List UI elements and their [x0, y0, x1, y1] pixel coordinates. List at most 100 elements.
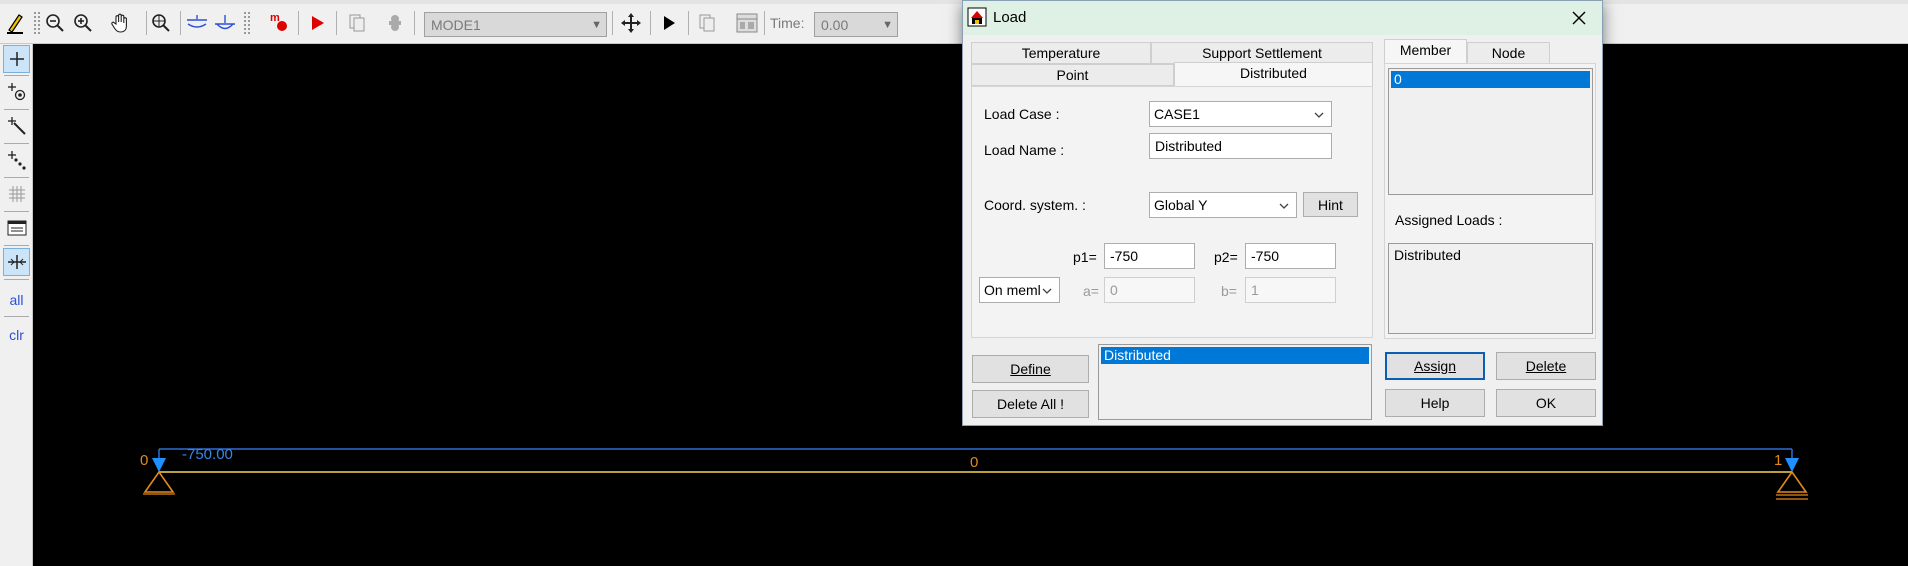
chevron-down-icon	[1313, 108, 1325, 124]
tab-temperature[interactable]: Temperature	[971, 42, 1151, 64]
a-input: 0	[1104, 277, 1195, 303]
hint-button[interactable]: Hint	[1303, 192, 1358, 217]
delete-button[interactable]: Delete	[1496, 352, 1596, 380]
add-mass-icon[interactable]: m	[266, 10, 292, 36]
p1-input[interactable]: -750	[1104, 243, 1195, 269]
moment-view-icon[interactable]	[212, 10, 238, 36]
define-button[interactable]: Define	[972, 355, 1089, 383]
coord-system-label: Coord. system. :	[984, 197, 1086, 213]
load-name-label: Load Name :	[984, 142, 1065, 158]
add-member-tool-icon[interactable]	[3, 112, 30, 140]
ok-button[interactable]: OK	[1496, 389, 1596, 417]
list-item[interactable]: 0	[1391, 71, 1590, 88]
b-value: 1	[1251, 282, 1259, 298]
chevron-down-icon	[1278, 199, 1290, 215]
edit-pen-icon[interactable]	[2, 10, 28, 36]
toolbar-separator	[336, 11, 337, 35]
member-label: 0	[970, 454, 979, 471]
close-icon[interactable]	[1566, 6, 1592, 30]
tab-support-settlement[interactable]: Support Settlement	[1151, 42, 1373, 64]
load-position-value: On meml	[984, 282, 1041, 298]
assign-button[interactable]: Assign	[1385, 352, 1485, 380]
properties-table-icon[interactable]	[3, 214, 30, 242]
dialog-title-bar[interactable]: Load	[963, 1, 1602, 35]
b-input: 1	[1245, 277, 1336, 303]
left-toolbar-separator	[4, 177, 29, 178]
chevron-down-icon	[1041, 284, 1053, 300]
add-support-tool-icon[interactable]	[3, 78, 30, 106]
assigned-loads-list[interactable]: Distributed	[1388, 243, 1593, 334]
left-toolbar-separator	[4, 109, 29, 110]
load-dialog: Load Temperature Support Settlement Poin…	[962, 0, 1603, 426]
toolbar-grip	[244, 12, 250, 34]
toolbar-separator	[298, 11, 299, 35]
select-all-button[interactable]: all	[0, 292, 33, 308]
copy-results-icon[interactable]	[344, 10, 370, 36]
add-load-tool-icon[interactable]	[3, 146, 30, 174]
define-button-label: Define	[1010, 361, 1051, 377]
results-table-icon[interactable]	[734, 10, 760, 36]
b-label: b=	[1221, 283, 1237, 299]
grid-tool-icon[interactable]	[3, 180, 30, 208]
list-item[interactable]: Distributed	[1101, 347, 1369, 364]
p2-input[interactable]: -750	[1245, 243, 1336, 269]
toolbar-separator	[764, 11, 765, 35]
tab-distributed[interactable]: Distributed	[1174, 62, 1373, 87]
time-label: Time:	[770, 15, 805, 31]
delete-all-button[interactable]: Delete All !	[972, 390, 1089, 418]
app-icon	[967, 7, 987, 30]
left-toolbar-separator	[4, 143, 29, 144]
load-name-input[interactable]: Distributed	[1149, 133, 1332, 159]
tab-node[interactable]: Node	[1467, 42, 1550, 64]
assigned-loads-label: Assigned Loads :	[1395, 212, 1503, 228]
load-case-label: Load Case :	[984, 106, 1060, 122]
copy-frames-icon[interactable]	[694, 10, 720, 36]
zoom-window-icon[interactable]	[148, 10, 174, 36]
mode-select[interactable]: MODE1 ▼	[424, 12, 607, 37]
delete-button-label: Delete	[1525, 358, 1567, 374]
toolbar-grip	[34, 12, 40, 34]
coord-system-value: Global Y	[1154, 197, 1208, 213]
left-toolbar: all clr	[0, 44, 33, 566]
deflection-view-icon[interactable]	[184, 10, 210, 36]
toolbar-separator	[180, 11, 181, 35]
animate-mode-icon[interactable]	[618, 10, 644, 36]
add-node-tool-icon[interactable]	[3, 45, 30, 73]
dialog-title: Load	[993, 9, 1027, 26]
load-case-value: CASE1	[1154, 106, 1200, 122]
load-list[interactable]: Distributed	[1098, 344, 1372, 420]
play-icon[interactable]	[656, 10, 682, 36]
time-select[interactable]: 0.00 ▼	[814, 12, 898, 37]
node-label-left: 0	[140, 452, 149, 469]
list-item[interactable]: Distributed	[1391, 247, 1590, 264]
help-button[interactable]: Help	[1385, 389, 1485, 417]
chevron-down-icon: ▼	[591, 18, 602, 31]
mode-shape-icon[interactable]	[382, 10, 408, 36]
toolbar-separator	[650, 11, 651, 35]
load-position-select[interactable]: On meml	[979, 277, 1060, 303]
left-toolbar-separator	[4, 211, 29, 212]
member-list[interactable]: 0	[1388, 68, 1593, 195]
pan-hand-icon[interactable]	[108, 10, 134, 36]
zoom-in-icon[interactable]	[70, 10, 96, 36]
delete-all-button-label: Delete All !	[997, 396, 1064, 412]
pin-support-left[interactable]	[143, 470, 175, 495]
load-arrow-left	[152, 458, 166, 472]
tab-member[interactable]: Member	[1384, 39, 1467, 64]
clear-selection-button[interactable]: clr	[0, 327, 33, 343]
load-name-value: Distributed	[1155, 138, 1222, 154]
split-member-tool-icon[interactable]	[3, 248, 30, 276]
zoom-out-icon[interactable]	[42, 10, 68, 36]
load-value-label: -750.00	[182, 446, 233, 463]
run-analysis-icon[interactable]	[304, 10, 330, 36]
roller-support-right[interactable]	[1776, 470, 1808, 500]
load-case-select[interactable]: CASE1	[1149, 101, 1332, 127]
p2-label: p2=	[1214, 249, 1238, 265]
p1-label: p1=	[1073, 249, 1097, 265]
coord-system-select[interactable]: Global Y	[1149, 192, 1297, 218]
toolbar-top-strip	[0, 0, 1908, 4]
tab-point[interactable]: Point	[971, 64, 1174, 86]
left-toolbar-separator	[4, 279, 29, 280]
toolbar-separator	[414, 11, 415, 35]
time-select-value: 0.00	[821, 16, 849, 33]
